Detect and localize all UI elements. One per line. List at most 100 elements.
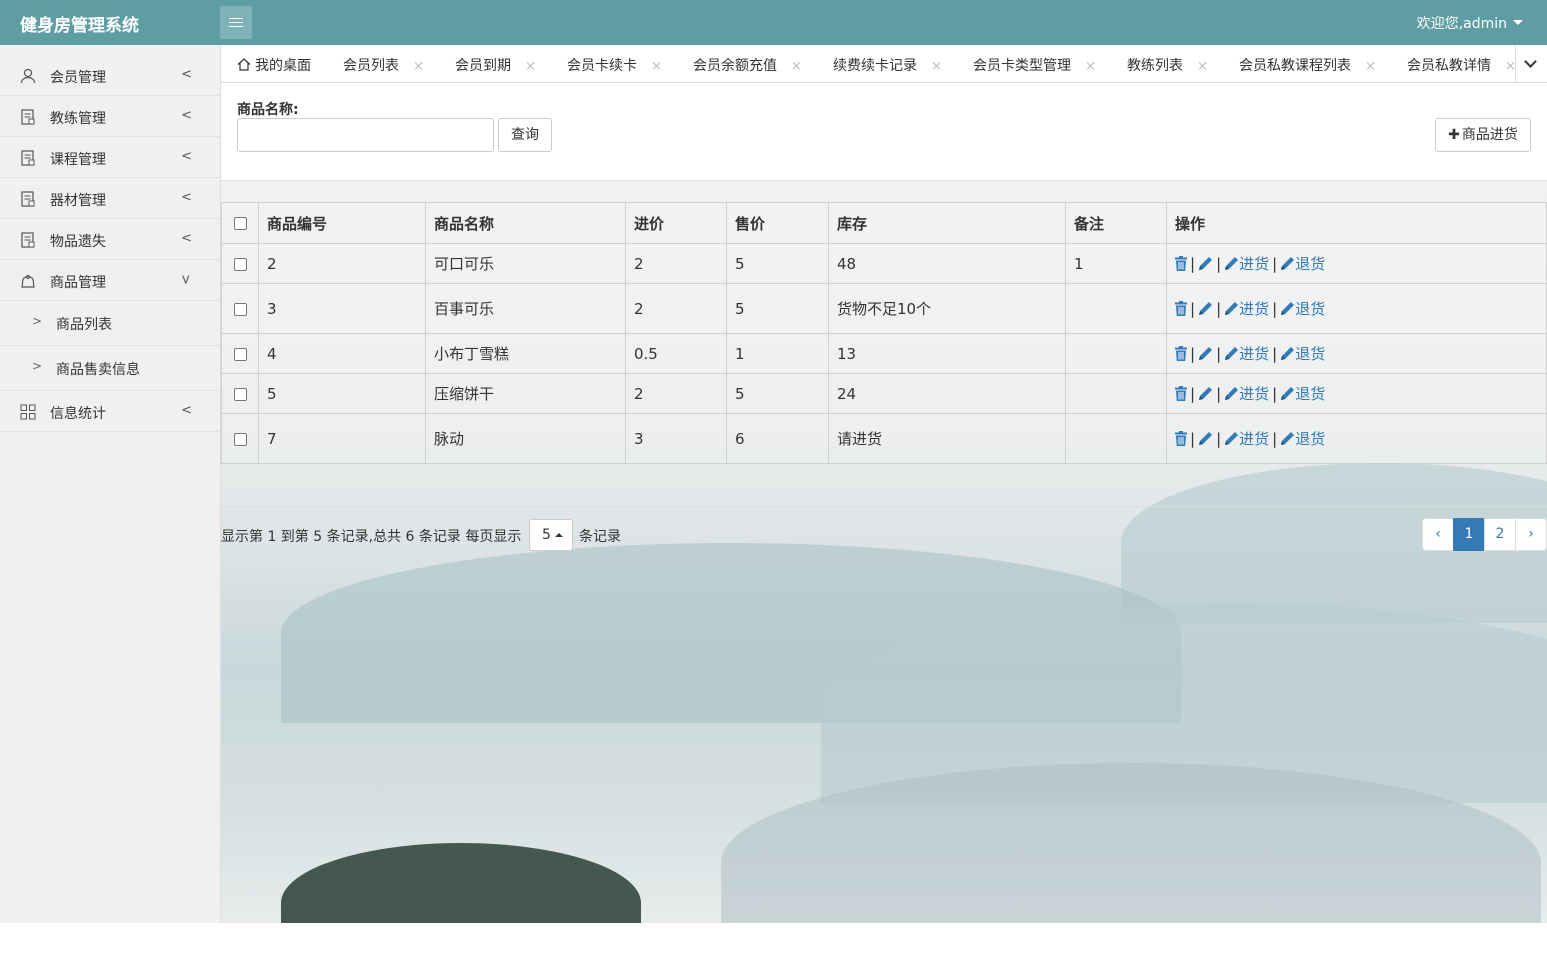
column-header: 商品名称 [425,202,626,244]
row-checkbox[interactable] [233,347,247,361]
pencil-icon [1225,257,1239,270]
pencil-icon [1281,347,1295,360]
row-checkbox[interactable] [233,387,247,401]
sidebar-item-label: 商品管理 [50,275,106,291]
cost-price-cell: 2 [625,373,727,414]
return-label: 退货 [1295,255,1326,273]
return-button[interactable]: 退货 [1280,255,1325,273]
close-icon[interactable]: × [1085,59,1096,74]
return-button[interactable]: 退货 [1280,345,1325,363]
sidebar-subitem-goods-list[interactable]: > 商品列表 [0,301,220,346]
row-checkbox[interactable] [233,432,247,446]
edit-button[interactable] [1198,255,1213,273]
sidebar-item-courses[interactable]: 课程管理 < [0,137,220,178]
tab-label: 会员余额充值 [693,58,777,74]
stock-in-button[interactable]: ✚ 商品进货 [1435,118,1531,152]
next-page-button[interactable]: › [1515,518,1547,551]
row-select-cell [221,373,259,414]
page-size-select[interactable]: 5 [529,519,573,551]
user-menu[interactable]: 欢迎您,admin [1417,13,1523,33]
delete-button[interactable] [1175,255,1187,273]
tab-coach-list[interactable]: 教练列表 × [1127,55,1208,75]
tab-renewal-records[interactable]: 续费续卡记录 × [833,55,942,75]
sidebar-item-members[interactable]: 会员管理 < [0,55,220,96]
doc-icon [21,232,35,248]
delete-button[interactable] [1175,430,1187,448]
goods-name-cell: 百事可乐 [425,283,626,334]
trash-icon[interactable] [1175,346,1187,361]
sidebar-item-goods[interactable]: 商品管理 < [0,260,220,301]
sidebar-item-label: 教练管理 [50,111,106,127]
tab-label: 会员到期 [455,58,511,74]
action-separator: | [1272,345,1278,363]
sale-price-cell: 5 [726,243,829,284]
column-header: 进价 [625,202,727,244]
sidebar-subitem-goods-sales[interactable]: > 商品售卖信息 [0,346,220,391]
tab-member-list[interactable]: 会员列表 × [343,55,424,75]
trash-icon[interactable] [1175,431,1187,446]
tab-card-types[interactable]: 会员卡类型管理 × [973,55,1096,75]
restock-button[interactable]: 进货 [1224,300,1269,318]
tab-member-expiry[interactable]: 会员到期 × [455,55,536,75]
close-icon[interactable]: × [931,59,942,74]
edit-button[interactable] [1198,300,1213,318]
restock-button[interactable]: 进货 [1224,385,1269,403]
table-row: 2 可口可乐 2 5 48 1 | | 进货 | 退货 [221,243,1547,284]
sale-price-cell: 5 [726,373,829,414]
return-button[interactable]: 退货 [1280,430,1325,448]
trash-icon[interactable] [1175,386,1187,401]
sidebar-item-equipment[interactable]: 器材管理 < [0,178,220,219]
delete-button[interactable] [1175,300,1187,318]
stock-cell: 货物不足10个 [828,283,1066,334]
close-icon[interactable]: × [651,59,662,74]
row-checkbox[interactable] [233,257,247,271]
delete-button[interactable] [1175,345,1187,363]
goods-name-input[interactable] [237,118,494,152]
close-icon[interactable]: × [1197,59,1208,74]
trash-icon[interactable] [1175,256,1187,271]
page-button-2[interactable]: 2 [1484,518,1516,551]
restock-button[interactable]: 进货 [1224,255,1269,273]
restock-button[interactable]: 进货 [1224,430,1269,448]
page-button-1[interactable]: 1 [1453,518,1485,551]
edit-button[interactable] [1198,385,1213,403]
sidebar-item-lost-items[interactable]: 物品遗失 < [0,219,220,260]
sidebar-item-statistics[interactable]: 信息统计 < [0,391,220,432]
restock-button[interactable]: 进货 [1224,345,1269,363]
row-checkbox[interactable] [233,302,247,316]
tab-card-renewal[interactable]: 会员卡续卡 × [567,55,662,75]
pencil-icon [1225,347,1239,360]
sale-price-cell: 6 [726,413,829,464]
action-separator: | [1216,345,1222,363]
pencil-icon [1281,302,1295,315]
stock-cell: 48 [828,243,1066,284]
pencil-icon [1281,387,1295,400]
home-icon [237,58,251,71]
delete-button[interactable] [1175,385,1187,403]
plus-icon: ✚ [1448,127,1460,143]
caret-up-icon [554,533,563,537]
return-button[interactable]: 退货 [1280,385,1325,403]
close-icon[interactable]: × [1365,59,1376,74]
close-icon[interactable]: × [525,59,536,74]
tab-desktop[interactable]: 我的桌面 [237,55,311,75]
tab-private-detail[interactable]: 会员私教详情 × [1407,55,1516,75]
select-all-checkbox[interactable] [233,217,247,230]
close-icon[interactable]: × [791,59,802,74]
edit-button[interactable] [1198,345,1213,363]
tab-dropdown-button[interactable] [1515,45,1547,82]
trash-icon[interactable] [1175,301,1187,316]
tab-private-courses[interactable]: 会员私教课程列表 × [1239,55,1376,75]
sidebar-subitem-label: 商品列表 [56,317,112,333]
tab-balance-recharge[interactable]: 会员余额充值 × [693,55,802,75]
sidebar-item-coaches[interactable]: 教练管理 < [0,96,220,137]
sidebar-item-label: 会员管理 [50,70,106,86]
return-button[interactable]: 退货 [1280,300,1325,318]
prev-page-button[interactable]: ‹ [1422,518,1454,551]
search-label: 商品名称: [237,102,299,118]
close-icon[interactable]: × [413,59,424,74]
goods-id-cell: 3 [258,283,426,334]
menu-toggle-button[interactable] [220,6,252,39]
query-button[interactable]: 查询 [498,118,552,152]
edit-button[interactable] [1198,430,1213,448]
